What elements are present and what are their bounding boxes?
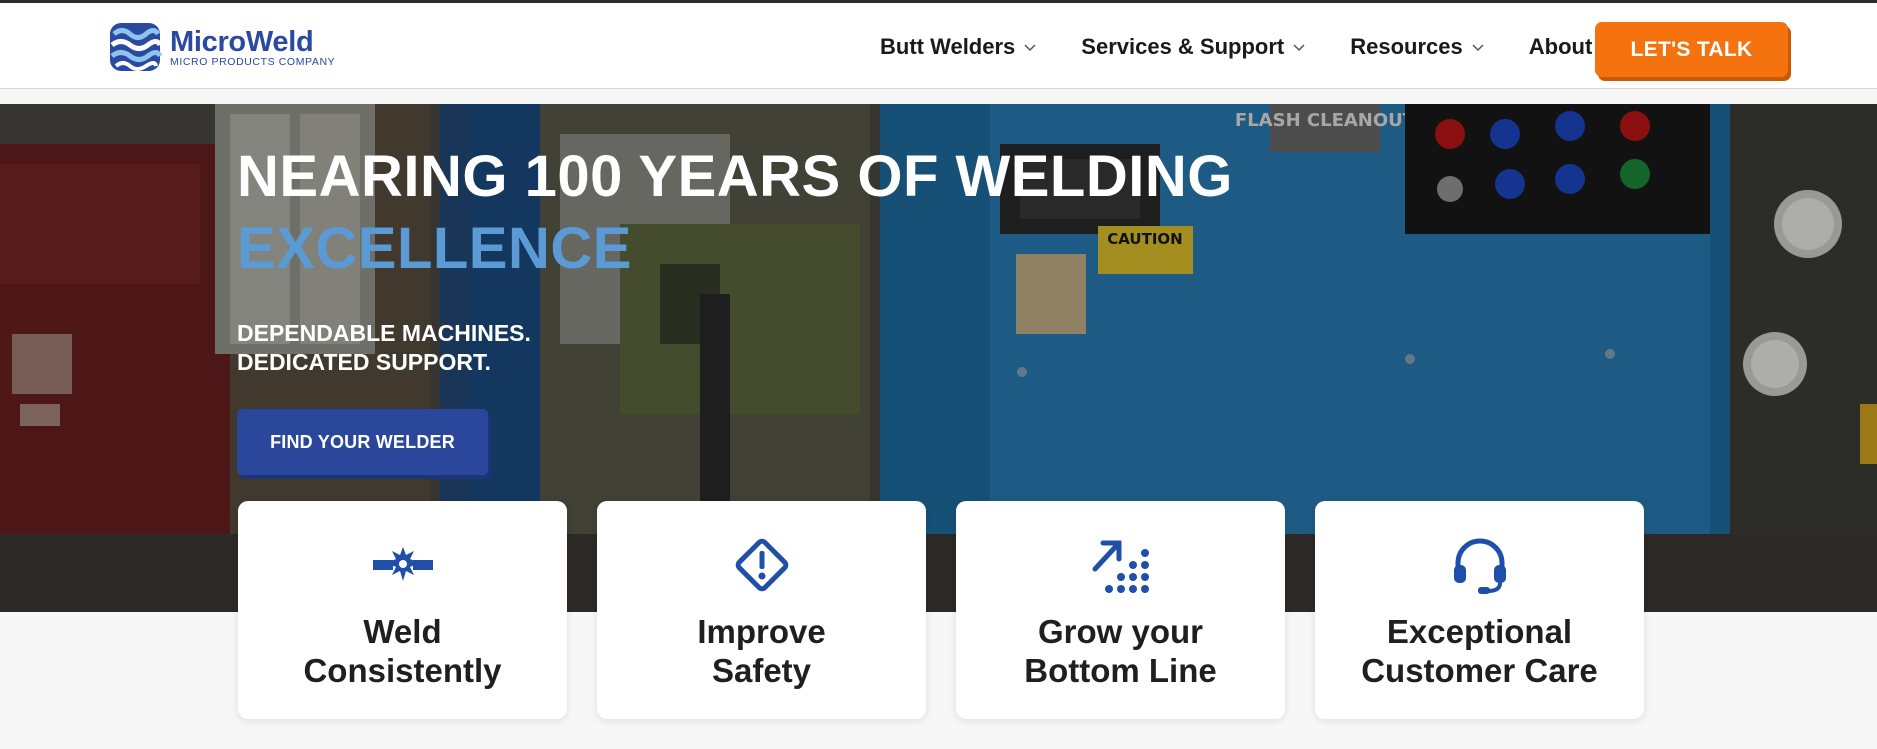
- weld-spark-icon: [372, 547, 433, 581]
- growth-arrow-icon: [1092, 540, 1149, 593]
- hero-subtitle-line1: DEPENDABLE MACHINES.: [237, 320, 531, 346]
- chevron-down-icon: [1024, 44, 1036, 52]
- site-logo[interactable]: MicroWeld MICRO PRODUCTS COMPANY: [108, 20, 335, 74]
- chevron-down-icon: [1293, 44, 1305, 52]
- nav-item-label: Butt Welders: [880, 34, 1016, 59]
- feature-card-growth[interactable]: Grow your Bottom Line: [956, 501, 1285, 719]
- nav-item-services-support[interactable]: Services & Support: [1081, 34, 1306, 60]
- lets-talk-button[interactable]: LET'S TALK: [1595, 22, 1788, 77]
- logo-wave-icon: [110, 23, 162, 71]
- chevron-down-icon: [1472, 44, 1484, 52]
- hero-content: NEARING 100 YEARS OF WELDING EXCELLENCE …: [237, 141, 1233, 475]
- feature-title-line1: Weld: [363, 613, 442, 650]
- warning-diamond-icon: [735, 538, 788, 592]
- nav-item-label: Services & Support: [1081, 34, 1285, 59]
- nav-item-label: Resources: [1350, 34, 1463, 59]
- feature-card-title: Exceptional Customer Care: [1335, 612, 1625, 690]
- main-nav: Butt Welders Services & Support Resource…: [880, 27, 1614, 67]
- feature-card-weld[interactable]: Weld Consistently: [238, 501, 567, 719]
- hero-subtitle-line2: DEDICATED SUPPORT.: [237, 349, 491, 375]
- feature-cards: Weld Consistently Improve Safety Grow yo…: [238, 501, 1644, 719]
- nav-item-resources[interactable]: Resources: [1350, 34, 1485, 60]
- feature-title-line1: Exceptional: [1386, 613, 1573, 650]
- feature-card-title: Grow your Bottom Line: [976, 612, 1266, 690]
- feature-card-title: Weld Consistently: [258, 612, 548, 690]
- logo-tagline: MICRO PRODUCTS COMPANY: [170, 55, 336, 68]
- hero-title-line1: NEARING 100 YEARS OF WELDING: [237, 144, 1233, 209]
- feature-title-line1: Grow your: [1037, 613, 1204, 650]
- find-your-welder-button[interactable]: FIND YOUR WELDER: [237, 409, 488, 475]
- feature-title-line1: Improve: [697, 613, 826, 650]
- feature-card-title: Improve Safety: [617, 612, 907, 690]
- feature-title-line2: Customer Care: [1361, 652, 1598, 689]
- nav-item-label: About: [1528, 34, 1593, 59]
- feature-title-line2: Consistently: [303, 652, 502, 689]
- hero-title-line2: EXCELLENCE: [237, 216, 632, 281]
- logo-name: MicroWeld: [170, 25, 314, 58]
- feature-title-line2: Safety: [711, 652, 812, 689]
- hero-subtitle: DEPENDABLE MACHINES. DEDICATED SUPPORT.: [237, 319, 1233, 377]
- site-header: MicroWeld MICRO PRODUCTS COMPANY Butt We…: [0, 3, 1877, 89]
- headset-icon: [1453, 538, 1506, 594]
- feature-card-safety[interactable]: Improve Safety: [597, 501, 926, 719]
- feature-title-line2: Bottom Line: [1024, 652, 1217, 689]
- nav-item-butt-welders[interactable]: Butt Welders: [880, 34, 1037, 60]
- feature-card-customer-care[interactable]: Exceptional Customer Care: [1315, 501, 1644, 719]
